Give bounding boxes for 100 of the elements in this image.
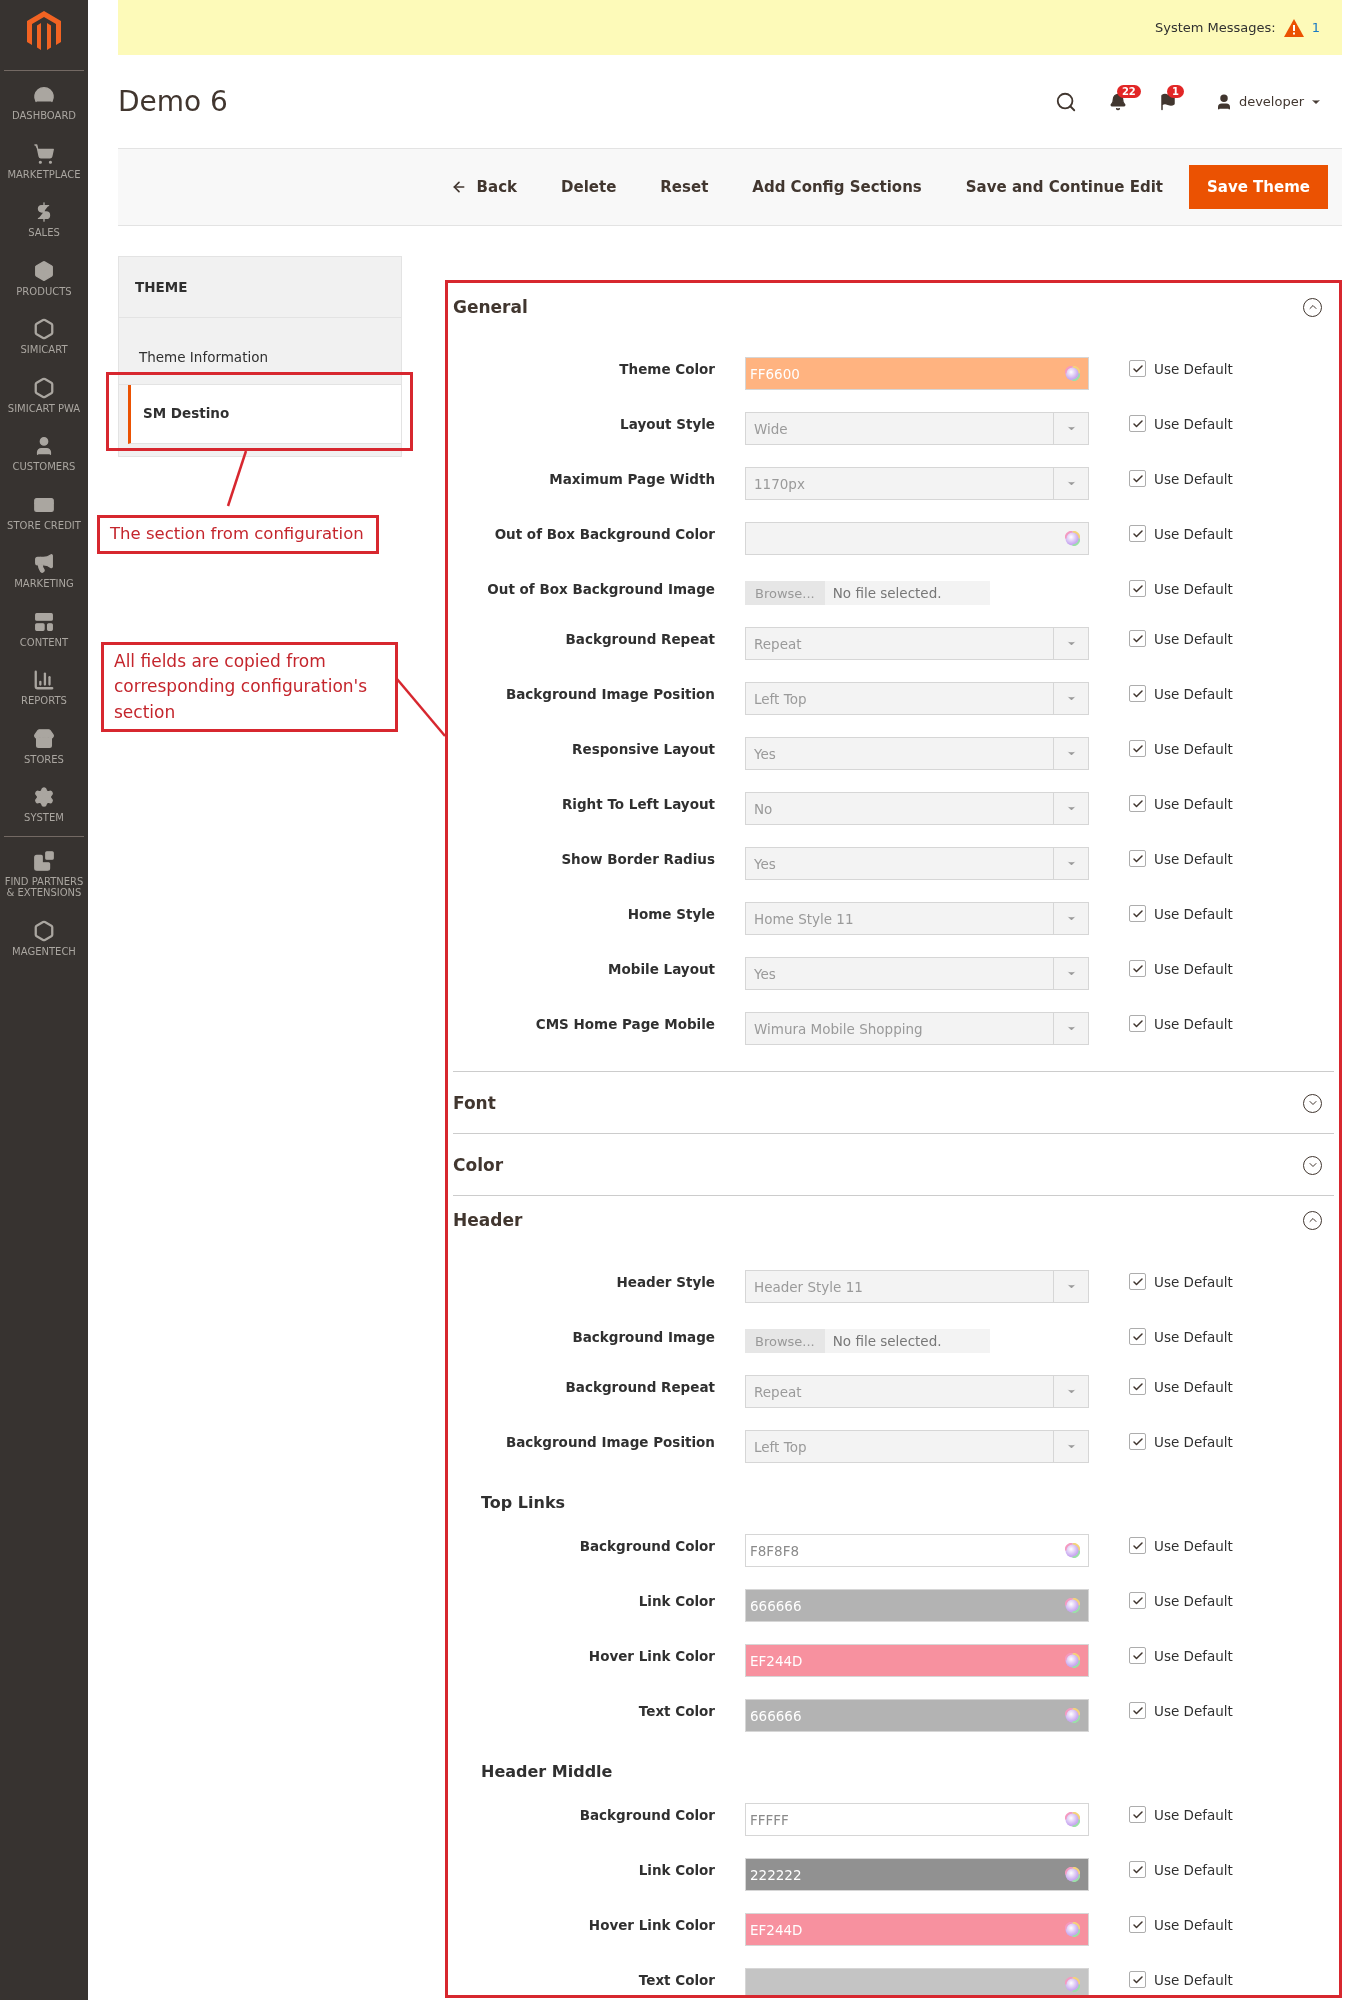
sidebar-item[interactable]: MAGENTECH xyxy=(0,908,88,967)
section-header[interactable]: Header xyxy=(453,1196,1334,1244)
notification-count: 22 xyxy=(1116,84,1141,98)
group-heading: Header Middle xyxy=(480,1761,614,1781)
group-heading: Top Links xyxy=(480,1492,567,1512)
checkbox-label: Use Default xyxy=(1154,1806,1233,1823)
checkbox-label: Use Default xyxy=(1154,740,1233,757)
field-label: Header Style xyxy=(615,1273,715,1290)
checkbox-label: Use Default xyxy=(1154,415,1233,432)
toolbar-button[interactable]: Delete xyxy=(543,168,635,206)
checkbox-label: Use Default xyxy=(1154,1378,1233,1395)
field-label: Background Repeat xyxy=(564,630,715,647)
checkbox-label: Use Default xyxy=(1154,1592,1233,1609)
field-label: Link Color xyxy=(637,1861,715,1878)
annotation-note: The section from configuration xyxy=(97,515,379,554)
select-field[interactable]: Yes xyxy=(745,957,1089,990)
toolbar-button[interactable]: Reset xyxy=(642,168,727,206)
checkbox-label: Use Default xyxy=(1154,1537,1233,1554)
checkbox-label: Use Default xyxy=(1154,630,1233,647)
field-label: Background Image xyxy=(571,1328,715,1345)
checkbox-label: Use Default xyxy=(1154,1015,1233,1032)
field-label: Background Repeat xyxy=(564,1378,715,1395)
sidebar-item[interactable]: FIND PARTNERS & EXTENSIONS xyxy=(0,838,88,909)
sidebar-item[interactable]: SALES xyxy=(0,190,88,249)
color-input[interactable]: FFFFF xyxy=(745,1803,1089,1836)
annotation-note: All fields are copied from corresponding configuration's section xyxy=(101,641,398,733)
field-label: Show Border Radius xyxy=(560,850,715,867)
toolbar-button[interactable]: Add Config Sections xyxy=(734,168,940,206)
file-input[interactable]: Browse... No file selected. xyxy=(745,1329,990,1353)
checkbox-label: Use Default xyxy=(1154,1916,1233,1933)
sidebar-item[interactable]: STORE CREDIT xyxy=(0,482,88,541)
field-label: Text Color xyxy=(637,1971,715,1988)
select-field[interactable]: Wimura Mobile Shopping xyxy=(745,1012,1089,1045)
back-button[interactable]: Back xyxy=(432,168,535,206)
sidebar-item[interactable]: SIMICART PWA xyxy=(0,365,88,424)
checkbox-label: Use Default xyxy=(1154,850,1233,867)
select-field[interactable]: No xyxy=(745,792,1089,825)
select-field[interactable]: Wide xyxy=(745,412,1089,445)
page-title: Demo 6 xyxy=(118,85,228,118)
checkbox-label: Use Default xyxy=(1154,580,1233,597)
checkbox-label: Use Default xyxy=(1154,1273,1233,1290)
select-field[interactable]: Yes xyxy=(745,847,1089,880)
file-input[interactable]: Browse... No file selected. xyxy=(745,581,990,605)
checkbox-label: Use Default xyxy=(1154,795,1233,812)
sidebar-item[interactable]: SIMICART xyxy=(0,307,88,366)
sidebar-item[interactable]: STORES xyxy=(0,716,88,775)
sidebar-item[interactable]: CONTENT xyxy=(0,599,88,658)
checkbox-label: Use Default xyxy=(1154,685,1233,702)
sidebar-item[interactable]: MARKETPLACE xyxy=(0,131,88,190)
flag-count: 1 xyxy=(1166,84,1184,98)
field-label: Background Color xyxy=(578,1537,715,1554)
field-label: Mobile Layout xyxy=(607,960,715,977)
color-input[interactable]: F8F8F8 xyxy=(745,1534,1089,1567)
select-field[interactable]: Home Style 11 xyxy=(745,902,1089,935)
checkbox-label: Use Default xyxy=(1154,1647,1233,1664)
checkbox-label: Use Default xyxy=(1154,905,1233,922)
field-label: Maximum Page Width xyxy=(548,470,715,487)
checkbox-label: Use Default xyxy=(1154,525,1233,542)
panel-tab[interactable]: SM Destino xyxy=(128,385,401,444)
sidebar-item[interactable]: REPORTS xyxy=(0,658,88,717)
sidebar-item[interactable]: DASHBOARD xyxy=(0,73,88,132)
select-field[interactable]: Left Top xyxy=(745,1430,1089,1463)
field-label: Theme Color xyxy=(618,360,715,377)
field-label: Link Color xyxy=(637,1592,715,1609)
field-label: CMS Home Page Mobile xyxy=(534,1015,715,1032)
checkbox-label: Use Default xyxy=(1154,960,1233,977)
field-label: Background Image Position xyxy=(504,1433,715,1450)
checkbox-label: Use Default xyxy=(1154,360,1233,377)
checkbox-label: Use Default xyxy=(1154,1433,1233,1450)
section-header[interactable]: General xyxy=(453,283,1334,331)
select-field[interactable]: Yes xyxy=(745,737,1089,770)
checkbox-label: Use Default xyxy=(1154,1328,1233,1345)
select-field[interactable]: Left Top xyxy=(745,682,1089,715)
checkbox-label: Use Default xyxy=(1154,1971,1233,1988)
field-label: Hover Link Color xyxy=(587,1647,715,1664)
save-theme-button[interactable]: Save Theme xyxy=(1189,165,1328,209)
field-label: Background Image Position xyxy=(504,685,715,702)
sidebar-item[interactable]: CUSTOMERS xyxy=(0,424,88,483)
sidebar-item[interactable]: MARKETING xyxy=(0,541,88,600)
user-menu[interactable]: developer xyxy=(1208,91,1328,112)
section-header[interactable]: Color xyxy=(453,1134,1334,1195)
field-label: Responsive Layout xyxy=(571,740,715,757)
checkbox-label: Use Default xyxy=(1154,470,1233,487)
field-label: Home Style xyxy=(626,905,715,922)
toolbar-button[interactable]: Save and Continue Edit xyxy=(947,168,1181,206)
field-label: Text Color xyxy=(637,1702,715,1719)
color-input[interactable]: 222222 xyxy=(745,1858,1089,1891)
panel-title: THEME xyxy=(119,257,401,318)
field-label: Layout Style xyxy=(619,415,715,432)
message-count-link[interactable]: 1 xyxy=(1311,20,1320,35)
field-label: Background Color xyxy=(578,1806,715,1823)
field-label: Right To Left Layout xyxy=(560,795,715,812)
field-label: Out of Box Background Image xyxy=(486,580,715,597)
field-label: Out of Box Background Color xyxy=(493,525,715,542)
field-label: Hover Link Color xyxy=(587,1916,715,1933)
system-messages-label: System Messages: xyxy=(1154,20,1276,35)
sidebar-item[interactable]: PRODUCTS xyxy=(0,248,88,307)
sidebar-item[interactable]: SYSTEM xyxy=(0,775,88,834)
section-header[interactable]: Font xyxy=(453,1072,1334,1133)
select-field[interactable]: Header Style 11 xyxy=(745,1270,1089,1303)
